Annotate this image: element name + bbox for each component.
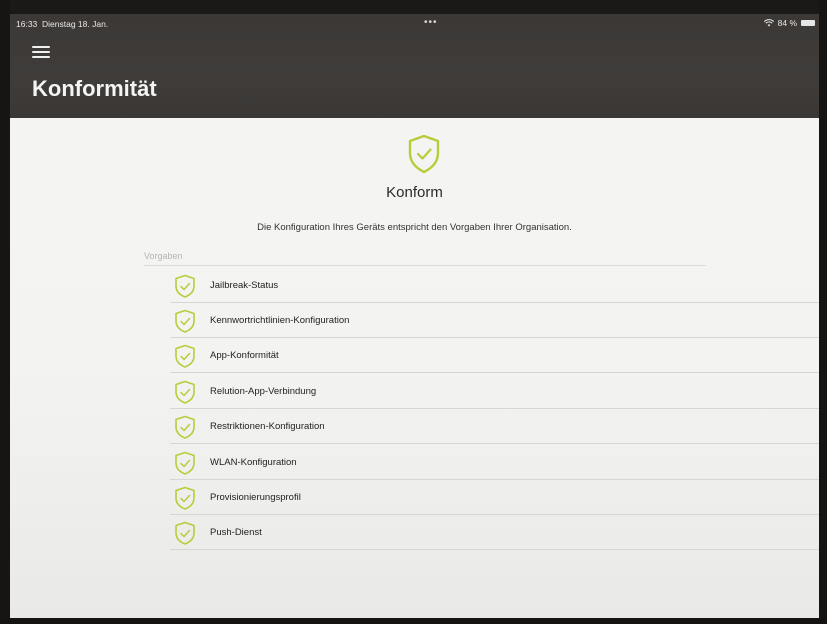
requirement-row[interactable]: Kennwortrichtlinien-Konfiguration <box>170 303 819 338</box>
requirement-row[interactable]: Relution-App-Verbindung <box>170 374 819 409</box>
requirement-row[interactable]: App-Konformität <box>170 338 819 373</box>
requirement-label: Provisionierungsprofil <box>210 492 301 503</box>
compliance-content: Konform Die Konfiguration Ihres Geräts e… <box>10 118 819 618</box>
section-label: Vorgaben <box>144 251 183 261</box>
page-title: Konformität <box>32 76 157 101</box>
shield-check-icon <box>175 274 195 298</box>
requirement-row[interactable]: Jailbreak-Status <box>170 268 819 303</box>
compliance-description: Die Konfiguration Ihres Geräts entsprich… <box>257 222 572 233</box>
shield-check-icon <box>175 415 195 439</box>
requirement-row[interactable]: Restriktionen-Konfiguration <box>170 409 819 444</box>
status-bar-right: 84 % <box>763 18 815 28</box>
battery-icon <box>801 20 815 26</box>
shield-check-icon <box>175 380 195 404</box>
requirement-label: Restriktionen-Konfiguration <box>210 421 325 432</box>
section-divider <box>144 265 706 266</box>
requirement-label: Jailbreak-Status <box>210 280 279 291</box>
requirement-label: Push-Dienst <box>210 527 262 538</box>
status-bar-time: 16:33 Dienstag 18. Jan. <box>16 19 108 29</box>
shield-check-icon <box>408 134 440 174</box>
requirement-row[interactable]: WLAN-Konfiguration <box>170 445 819 480</box>
shield-check-icon <box>175 344 195 368</box>
requirement-label: WLAN-Konfiguration <box>210 457 297 468</box>
multitasking-dots[interactable]: ••• <box>424 17 438 28</box>
requirement-row[interactable]: Push-Dienst <box>170 515 819 550</box>
shield-check-icon <box>175 521 195 545</box>
shield-check-icon <box>175 486 195 510</box>
wifi-icon <box>763 19 774 27</box>
requirement-label: Kennwortrichtlinien-Konfiguration <box>210 315 350 326</box>
hamburger-menu-icon[interactable] <box>32 46 50 60</box>
compliance-status: Konform <box>386 184 443 201</box>
status-time: 16:33 <box>16 19 38 29</box>
device-bezel-right <box>819 0 827 624</box>
battery-percent: 84 % <box>777 18 797 28</box>
requirement-label: Relution-App-Verbindung <box>210 386 317 397</box>
app-header: 16:33 Dienstag 18. Jan. ••• 84 % Konform… <box>10 14 819 118</box>
requirement-row[interactable]: Provisionierungsprofil <box>170 480 819 515</box>
device-bezel-top <box>0 0 827 14</box>
shield-check-icon <box>175 309 195 333</box>
device-bezel-left <box>0 0 10 624</box>
requirement-label: App-Konformität <box>210 350 279 361</box>
status-date: Dienstag 18. Jan. <box>42 19 109 29</box>
device-bezel-bottom <box>0 618 827 624</box>
shield-check-icon <box>175 451 195 475</box>
